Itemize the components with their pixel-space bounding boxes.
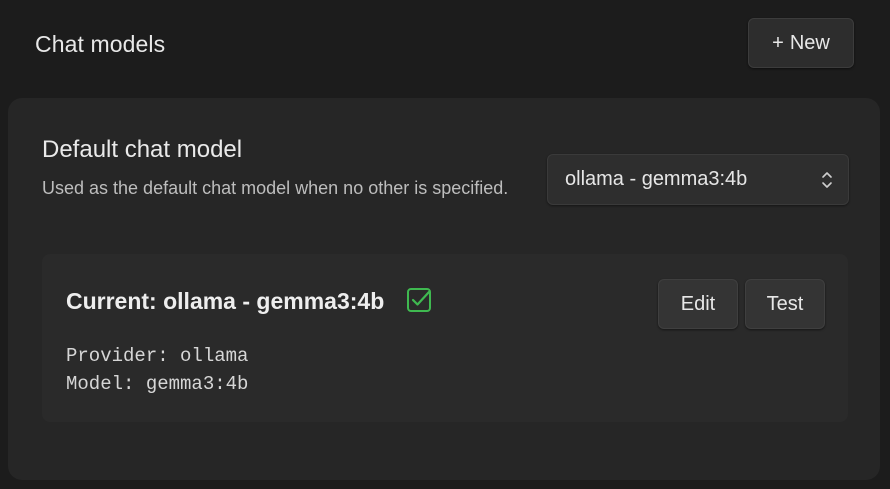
current-model-card: Current: ollama - gemma3:4b Provider: ol… — [42, 254, 848, 422]
current-model-title: Current: ollama - gemma3:4b — [66, 288, 385, 314]
edit-button[interactable]: Edit — [658, 279, 738, 329]
plus-icon: + — [772, 31, 784, 54]
default-model-panel: Default chat model Used as the default c… — [8, 98, 880, 480]
chat-models-page: Chat models + New Default chat model Use… — [0, 0, 890, 489]
new-button-label: New — [789, 31, 830, 54]
default-model-description: Used as the default chat model when no o… — [42, 178, 509, 198]
provider-line: Provider: ollama — [66, 345, 249, 367]
new-model-button[interactable]: + New — [748, 18, 854, 68]
test-button[interactable]: Test — [745, 279, 825, 329]
default-model-title: Default chat model — [42, 136, 243, 163]
current-model-details: Provider: ollama Model: gemma3:4b — [66, 342, 248, 398]
default-model-select[interactable]: ollama - gemma3:4b — [547, 154, 849, 205]
current-model-heading: Current: ollama - gemma3:4b — [66, 287, 433, 315]
model-line: Model: gemma3:4b — [66, 373, 249, 395]
default-model-select-value: ollama - gemma3:4b — [565, 168, 748, 190]
page-title: Chat models — [35, 31, 166, 57]
chevron-up-down-icon — [822, 172, 832, 188]
checkbox-checked-icon — [407, 287, 432, 312]
